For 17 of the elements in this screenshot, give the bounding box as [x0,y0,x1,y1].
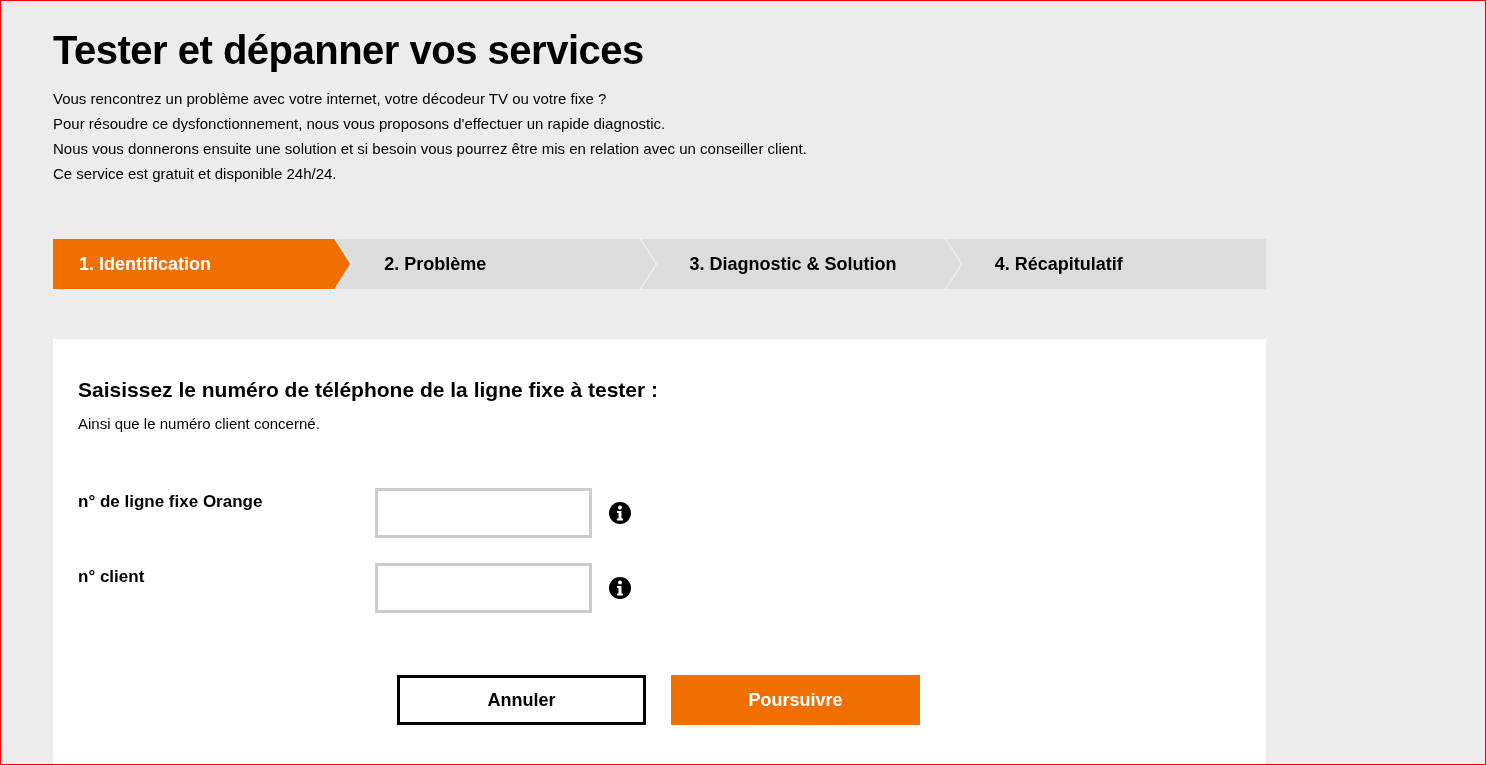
intro-text: Vous rencontrez un problème avec votre internet, votre décodeur TV ou votre fixe ? [53,89,608,109]
field-label: n° client [78,566,146,587]
cancel-button[interactable]: Annuler [397,675,646,725]
step-tab[interactable]: 3. Diagnostic & Solution [641,239,961,289]
field-label: n° de ligne fixe Orange [78,491,264,512]
intro-text: Ce service est gratuit et disponible 24h/24. [53,164,338,184]
info-icon[interactable] [609,502,631,524]
intro-text: Pour résoudre ce dysfonctionnement, nous vous proposons d'effectuer un rapide diagnostic. [53,114,667,134]
page-title: Tester et dépanner vos services [53,27,645,74]
input-field[interactable] [375,563,592,613]
step-tab[interactable]: 4. Récapitulatif [946,239,1266,289]
step-tab[interactable]: 2. Problème [336,239,656,289]
info-icon[interactable] [609,577,631,599]
intro-text: Nous vous donnerons ensuite une solution et si besoin vous pourrez être mis en relation avec un conseiller client. [53,139,808,159]
form-heading: Saisissez le numéro de téléphone de la ligne fixe à tester : [78,377,660,403]
input-field[interactable] [375,488,592,538]
form-subheading: Ainsi que le numéro client concerné. [78,414,321,434]
